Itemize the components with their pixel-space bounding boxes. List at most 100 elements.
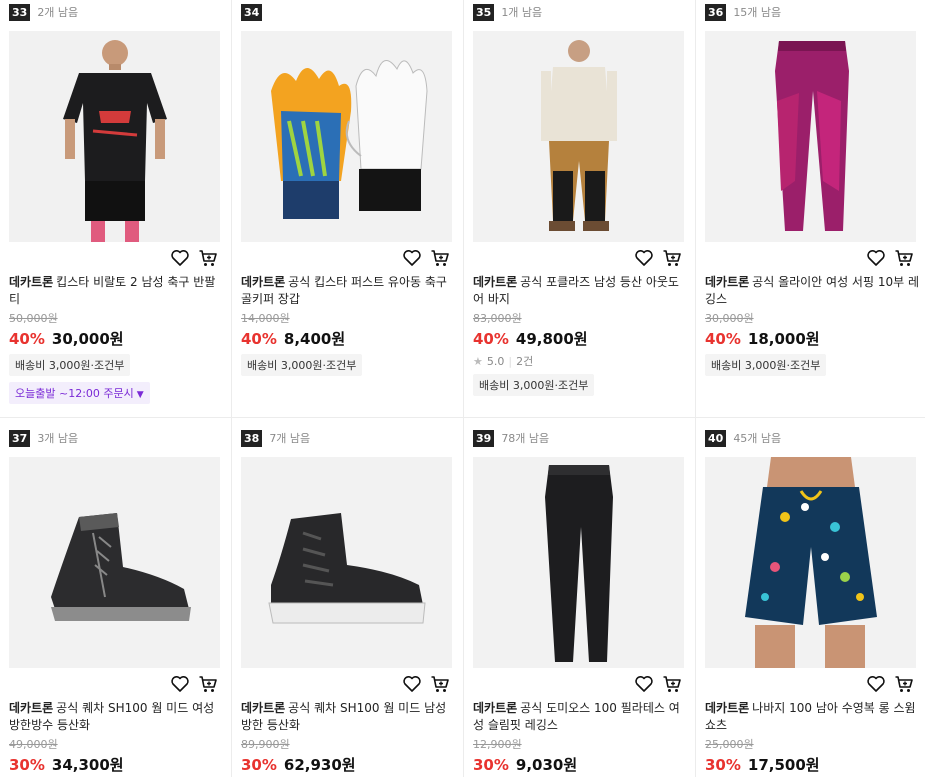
product-info: 데카트론 나바지 100 남아 수영복 롱 스윔 쇼츠 25,000원 30% 1… <box>705 700 919 774</box>
cart-icon[interactable] <box>198 248 218 268</box>
sale-price: 9,030원 <box>515 756 578 774</box>
product-card[interactable]: 39 78개 남음 데카트론 공식 도미오스 100 필라테스 여성 슬림핏 레깅… <box>464 418 696 777</box>
product-name[interactable]: 데카트론 킵스타 비랄토 2 남성 축구 반팔티 <box>9 274 223 308</box>
discount-rate: 40% <box>241 330 277 348</box>
product-image-womens-boot[interactable] <box>9 457 220 668</box>
product-info: 데카트론 공식 퀘차 SH100 웜 미드 남성 방한 등산화 89,900원 3… <box>241 700 455 774</box>
sale-price: 49,800원 <box>515 330 588 348</box>
product-info: 데카트론 공식 퀘차 SH100 웜 미드 여성 방한방수 등산화 49,000원… <box>9 700 223 774</box>
brand-name: 데카트론 <box>9 275 54 289</box>
cart-icon[interactable] <box>894 248 914 268</box>
star-icon: ★ <box>473 354 483 368</box>
cart-icon[interactable] <box>662 248 682 268</box>
card-actions <box>402 248 450 268</box>
cart-icon[interactable] <box>430 674 450 694</box>
product-card[interactable]: 38 7개 남음 데카트론 공식 퀘차 SH100 웜 미드 남성 방한 등산화 … <box>232 418 464 777</box>
heart-icon[interactable] <box>634 674 654 694</box>
product-image-goalkeeper-gloves[interactable] <box>241 31 452 242</box>
rank-badge: 33 <box>9 3 31 21</box>
price-row: 40% 49,800원 <box>473 328 687 348</box>
original-price: 50,000원 <box>9 312 58 325</box>
discount-rate: 40% <box>9 330 45 348</box>
product-name[interactable]: 데카트론 나바지 100 남아 수영복 롱 스윔 쇼츠 <box>705 700 919 734</box>
rank-row: 39 78개 남음 <box>473 429 549 447</box>
product-card[interactable]: 37 3개 남음 데카트론 공식 퀘차 SH100 웜 미드 여성 방한방수 등산… <box>0 418 232 777</box>
product-image-hiking-pants[interactable] <box>473 31 684 242</box>
product-card[interactable]: 34 데카트론 공식 킵스타 퍼스트 유아동 축구 골키퍼 장갑 14,000원 … <box>232 0 464 418</box>
product-card[interactable]: 35 1개 남음 데카트론 공식 포클라즈 남성 등산 아웃도어 바지 83,0… <box>464 0 696 418</box>
heart-icon[interactable] <box>866 248 886 268</box>
brand-name: 데카트론 <box>241 275 286 289</box>
heart-icon[interactable] <box>402 674 422 694</box>
cart-icon[interactable] <box>894 674 914 694</box>
cart-icon[interactable] <box>198 674 218 694</box>
brand-name: 데카트론 <box>9 701 54 715</box>
card-actions <box>170 674 218 694</box>
product-name[interactable]: 데카트론 공식 퀘차 SH100 웜 미드 여성 방한방수 등산화 <box>9 700 223 734</box>
product-card[interactable]: 36 15개 남음 데카트론 공식 올라이안 여성 서핑 10부 레깅스 30,0… <box>696 0 925 418</box>
rank-row: 40 45개 남음 <box>705 429 781 447</box>
rank-badge: 36 <box>705 3 727 21</box>
product-name[interactable]: 데카트론 공식 올라이안 여성 서핑 10부 레깅스 <box>705 274 919 308</box>
discount-rate: 30% <box>241 756 277 774</box>
stock-label: 7개 남음 <box>269 432 311 445</box>
product-image-surf-leggings[interactable] <box>705 31 916 242</box>
rank-badge: 35 <box>473 3 495 21</box>
same-day-shipping-dropdown[interactable]: 오늘출발 ~12:00 주문시 ▼ <box>9 382 150 404</box>
discount-rate: 30% <box>473 756 509 774</box>
heart-icon[interactable] <box>866 674 886 694</box>
stock-label: 45개 남음 <box>733 432 782 445</box>
stock-label: 15개 남음 <box>733 6 782 19</box>
price-row: 30% 62,930원 <box>241 754 455 774</box>
heart-icon[interactable] <box>170 248 190 268</box>
product-name[interactable]: 데카트론 공식 킵스타 퍼스트 유아동 축구 골키퍼 장갑 <box>241 274 455 308</box>
rank-badge: 40 <box>705 429 727 447</box>
sale-price: 18,000원 <box>747 330 820 348</box>
cart-icon[interactable] <box>662 674 682 694</box>
rank-row: 33 2개 남음 <box>9 3 78 21</box>
sale-price: 62,930원 <box>283 756 356 774</box>
heart-icon[interactable] <box>634 248 654 268</box>
product-image-swim-shorts[interactable] <box>705 457 916 668</box>
card-actions <box>634 248 682 268</box>
product-grid: 33 2개 남음 데카트론 킵스타 비랄토 2 남성 축구 반팔티 50,000… <box>0 0 925 777</box>
product-card[interactable]: 40 45개 남음 데카트론 나바지 100 남아 수영복 롱 스윔 쇼츠 25… <box>696 418 925 777</box>
price-row: 40% 18,000원 <box>705 328 919 348</box>
sale-price: 30,000원 <box>51 330 124 348</box>
product-image-soccer-shirt[interactable] <box>9 31 220 242</box>
price-row: 30% 17,500원 <box>705 754 919 774</box>
card-actions <box>866 248 914 268</box>
heart-icon[interactable] <box>170 674 190 694</box>
price-row: 30% 9,030원 <box>473 754 687 774</box>
rank-badge: 39 <box>473 429 495 447</box>
card-actions <box>634 674 682 694</box>
rating-score: 5.0 <box>486 354 505 368</box>
discount-rate: 40% <box>473 330 509 348</box>
product-info: 데카트론 킵스타 비랄토 2 남성 축구 반팔티 50,000원 40% 30,0… <box>9 274 223 404</box>
product-name[interactable]: 데카트론 공식 포클라즈 남성 등산 아웃도어 바지 <box>473 274 687 308</box>
review-count[interactable]: 2건 <box>516 353 533 369</box>
shipping-badge: 배송비 3,000원·조건부 <box>9 354 131 376</box>
price-row: 40% 8,400원 <box>241 328 455 348</box>
divider: | <box>508 354 513 368</box>
product-image-pilates-leggings[interactable] <box>473 457 684 668</box>
shipping-badge: 배송비 3,000원·조건부 <box>705 354 827 376</box>
rank-row: 36 15개 남음 <box>705 3 781 21</box>
card-actions <box>866 674 914 694</box>
original-price: 49,000원 <box>9 738 58 751</box>
card-actions <box>170 248 218 268</box>
original-price: 89,900원 <box>241 738 290 751</box>
cart-icon[interactable] <box>430 248 450 268</box>
promo-label: 오늘출발 ~12:00 주문시 <box>15 387 134 400</box>
original-price: 14,000원 <box>241 312 290 325</box>
product-card[interactable]: 33 2개 남음 데카트론 킵스타 비랄토 2 남성 축구 반팔티 50,000… <box>0 0 232 418</box>
sale-price: 8,400원 <box>283 330 346 348</box>
heart-icon[interactable] <box>402 248 422 268</box>
product-name[interactable]: 데카트론 공식 도미오스 100 필라테스 여성 슬림핏 레깅스 <box>473 700 687 734</box>
product-name[interactable]: 데카트론 공식 퀘차 SH100 웜 미드 남성 방한 등산화 <box>241 700 455 734</box>
discount-rate: 40% <box>705 330 741 348</box>
stock-label: 2개 남음 <box>37 6 79 19</box>
shipping-badge: 배송비 3,000원·조건부 <box>241 354 363 376</box>
product-image-mens-boot[interactable] <box>241 457 452 668</box>
discount-rate: 30% <box>705 756 741 774</box>
